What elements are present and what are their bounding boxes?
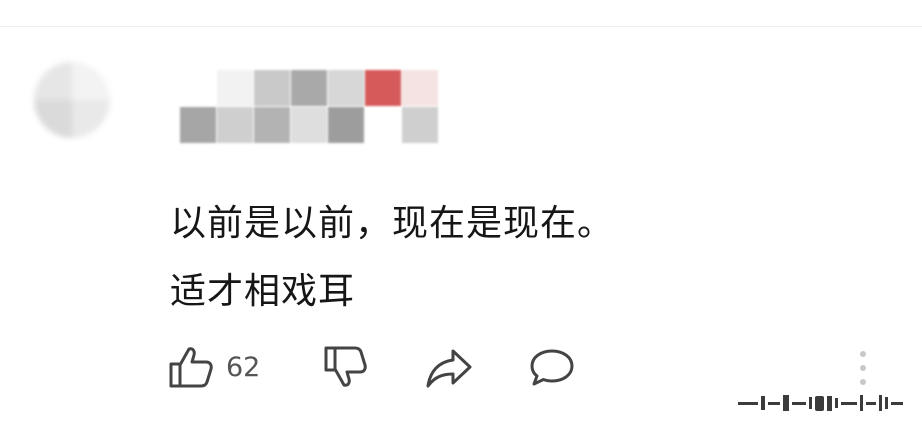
- username-mosaic-tile: [217, 70, 253, 106]
- more-options-button[interactable]: [857, 348, 869, 388]
- avatar-tile: [72, 100, 110, 138]
- avatar-tile: [34, 62, 72, 100]
- reply-button[interactable]: [528, 348, 576, 388]
- username-mosaic-tile: [180, 107, 216, 143]
- watermark: [738, 393, 908, 413]
- username-mosaic-tile: [217, 107, 253, 143]
- dislike-button[interactable]: [323, 345, 367, 389]
- username-mosaic-tile: [365, 107, 401, 143]
- avatar-tile: [72, 62, 110, 100]
- username-mosaic-tile: [254, 70, 290, 106]
- share-icon: [426, 349, 472, 388]
- thumbs-up-icon: [169, 347, 213, 388]
- username-mosaic-tile: [328, 70, 364, 106]
- avatar[interactable]: [34, 62, 110, 138]
- like-button[interactable]: 62: [168, 345, 260, 389]
- avatar-tile: [34, 100, 72, 138]
- username-mosaic-tile: [254, 107, 290, 143]
- like-count: 62: [226, 351, 261, 383]
- username-mosaic-tile: [402, 107, 438, 143]
- share-button[interactable]: [425, 348, 473, 388]
- username-mosaic-tile: [291, 70, 327, 106]
- username-mosaic-tile: [365, 70, 401, 106]
- more-vertical-icon: [860, 351, 866, 385]
- comment-bubble-icon: [530, 349, 574, 386]
- username-mosaic-tile: [291, 107, 327, 143]
- username-mosaic-tile: [328, 107, 364, 143]
- username-blurred[interactable]: [180, 70, 438, 144]
- comment-text-line-1: 以前是以前，现在是现在。: [170, 203, 615, 244]
- top-divider: [0, 0, 922, 27]
- username-mosaic-tile: [402, 70, 438, 106]
- thumbs-down-icon: [324, 346, 367, 387]
- username-mosaic-tile: [180, 70, 216, 106]
- comment-text-line-2: 适才相戏耳: [170, 271, 356, 312]
